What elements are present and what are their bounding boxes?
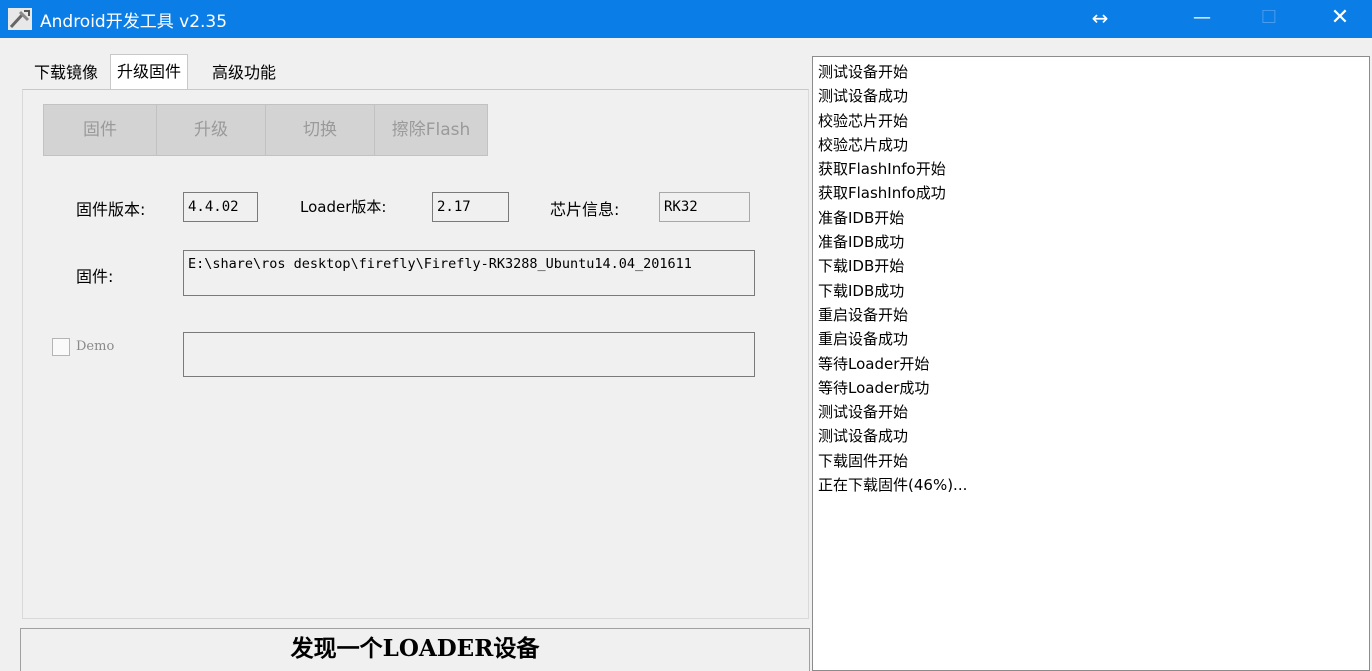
chip-info-field: RK32 [659, 192, 750, 222]
log-line: 测试设备成功 [818, 87, 909, 106]
log-line: 等待Loader成功 [818, 378, 930, 397]
window-title: Android开发工具 v2.35 [40, 12, 228, 32]
log-line: 准备IDB成功 [818, 233, 905, 252]
switch-button[interactable]: 切换 [265, 104, 375, 156]
firmware-button[interactable]: 固件 [43, 104, 157, 156]
log-line: 测试设备开始 [818, 403, 909, 422]
status-bar: 发现一个LOADER设备 [20, 628, 810, 671]
close-button[interactable]: ✕ [1316, 0, 1364, 38]
maximize-button[interactable]: ☐ [1245, 0, 1293, 38]
upgrade-button[interactable]: 升级 [156, 104, 266, 156]
log-line: 准备IDB开始 [818, 208, 905, 227]
log-line: 重启设备开始 [818, 305, 909, 324]
log-line: 校验芯片成功 [818, 135, 909, 154]
log-line: 下载固件开始 [818, 451, 909, 470]
log-line: 获取FlashInfo开始 [818, 160, 946, 179]
erase-flash-button[interactable]: 擦除Flash [374, 104, 488, 156]
log-line: 测试设备成功 [818, 427, 909, 446]
loader-version-field: 2.17 [432, 192, 509, 222]
log-panel[interactable]: 测试设备开始 测试设备成功 校验芯片开始 校验芯片成功 获取FlashInfo开… [812, 56, 1370, 671]
log-line: 获取FlashInfo成功 [818, 184, 946, 203]
log-line: 正在下载固件(46%)... [818, 476, 968, 495]
log-line: 下载IDB成功 [818, 281, 905, 300]
log-line: 重启设备成功 [818, 330, 909, 349]
chip-info-label: 芯片信息: [550, 200, 620, 219]
firmware-path-field: E:\share\ros desktop\firefly\Firefly-RK3… [183, 250, 755, 296]
tab-download-image[interactable]: 下载镜像 [34, 58, 98, 88]
tab-advanced[interactable]: 高级功能 [212, 58, 276, 88]
minimize-button[interactable]: — [1178, 0, 1226, 38]
firmware-version-label: 固件版本: [76, 200, 146, 219]
title-bar: Android开发工具 v2.35 ↔ — ☐ ✕ [0, 0, 1372, 38]
app-tools-icon [8, 8, 32, 30]
loader-version-label: Loader版本: [300, 198, 387, 216]
log-line: 等待Loader开始 [818, 354, 930, 373]
demo-checkbox[interactable] [52, 338, 70, 356]
tab-upgrade-firmware[interactable]: 升级固件 [110, 54, 189, 89]
log-line: 测试设备开始 [818, 63, 909, 81]
log-line: 校验芯片开始 [818, 111, 909, 130]
resize-arrows-icon[interactable]: ↔ [1076, 0, 1124, 38]
firmware-path-label: 固件: [76, 267, 114, 286]
log-line: 下载IDB开始 [818, 257, 905, 276]
demo-field [183, 332, 755, 377]
firmware-version-field: 4.4.02 [183, 192, 258, 222]
demo-label: Demo [76, 339, 115, 354]
